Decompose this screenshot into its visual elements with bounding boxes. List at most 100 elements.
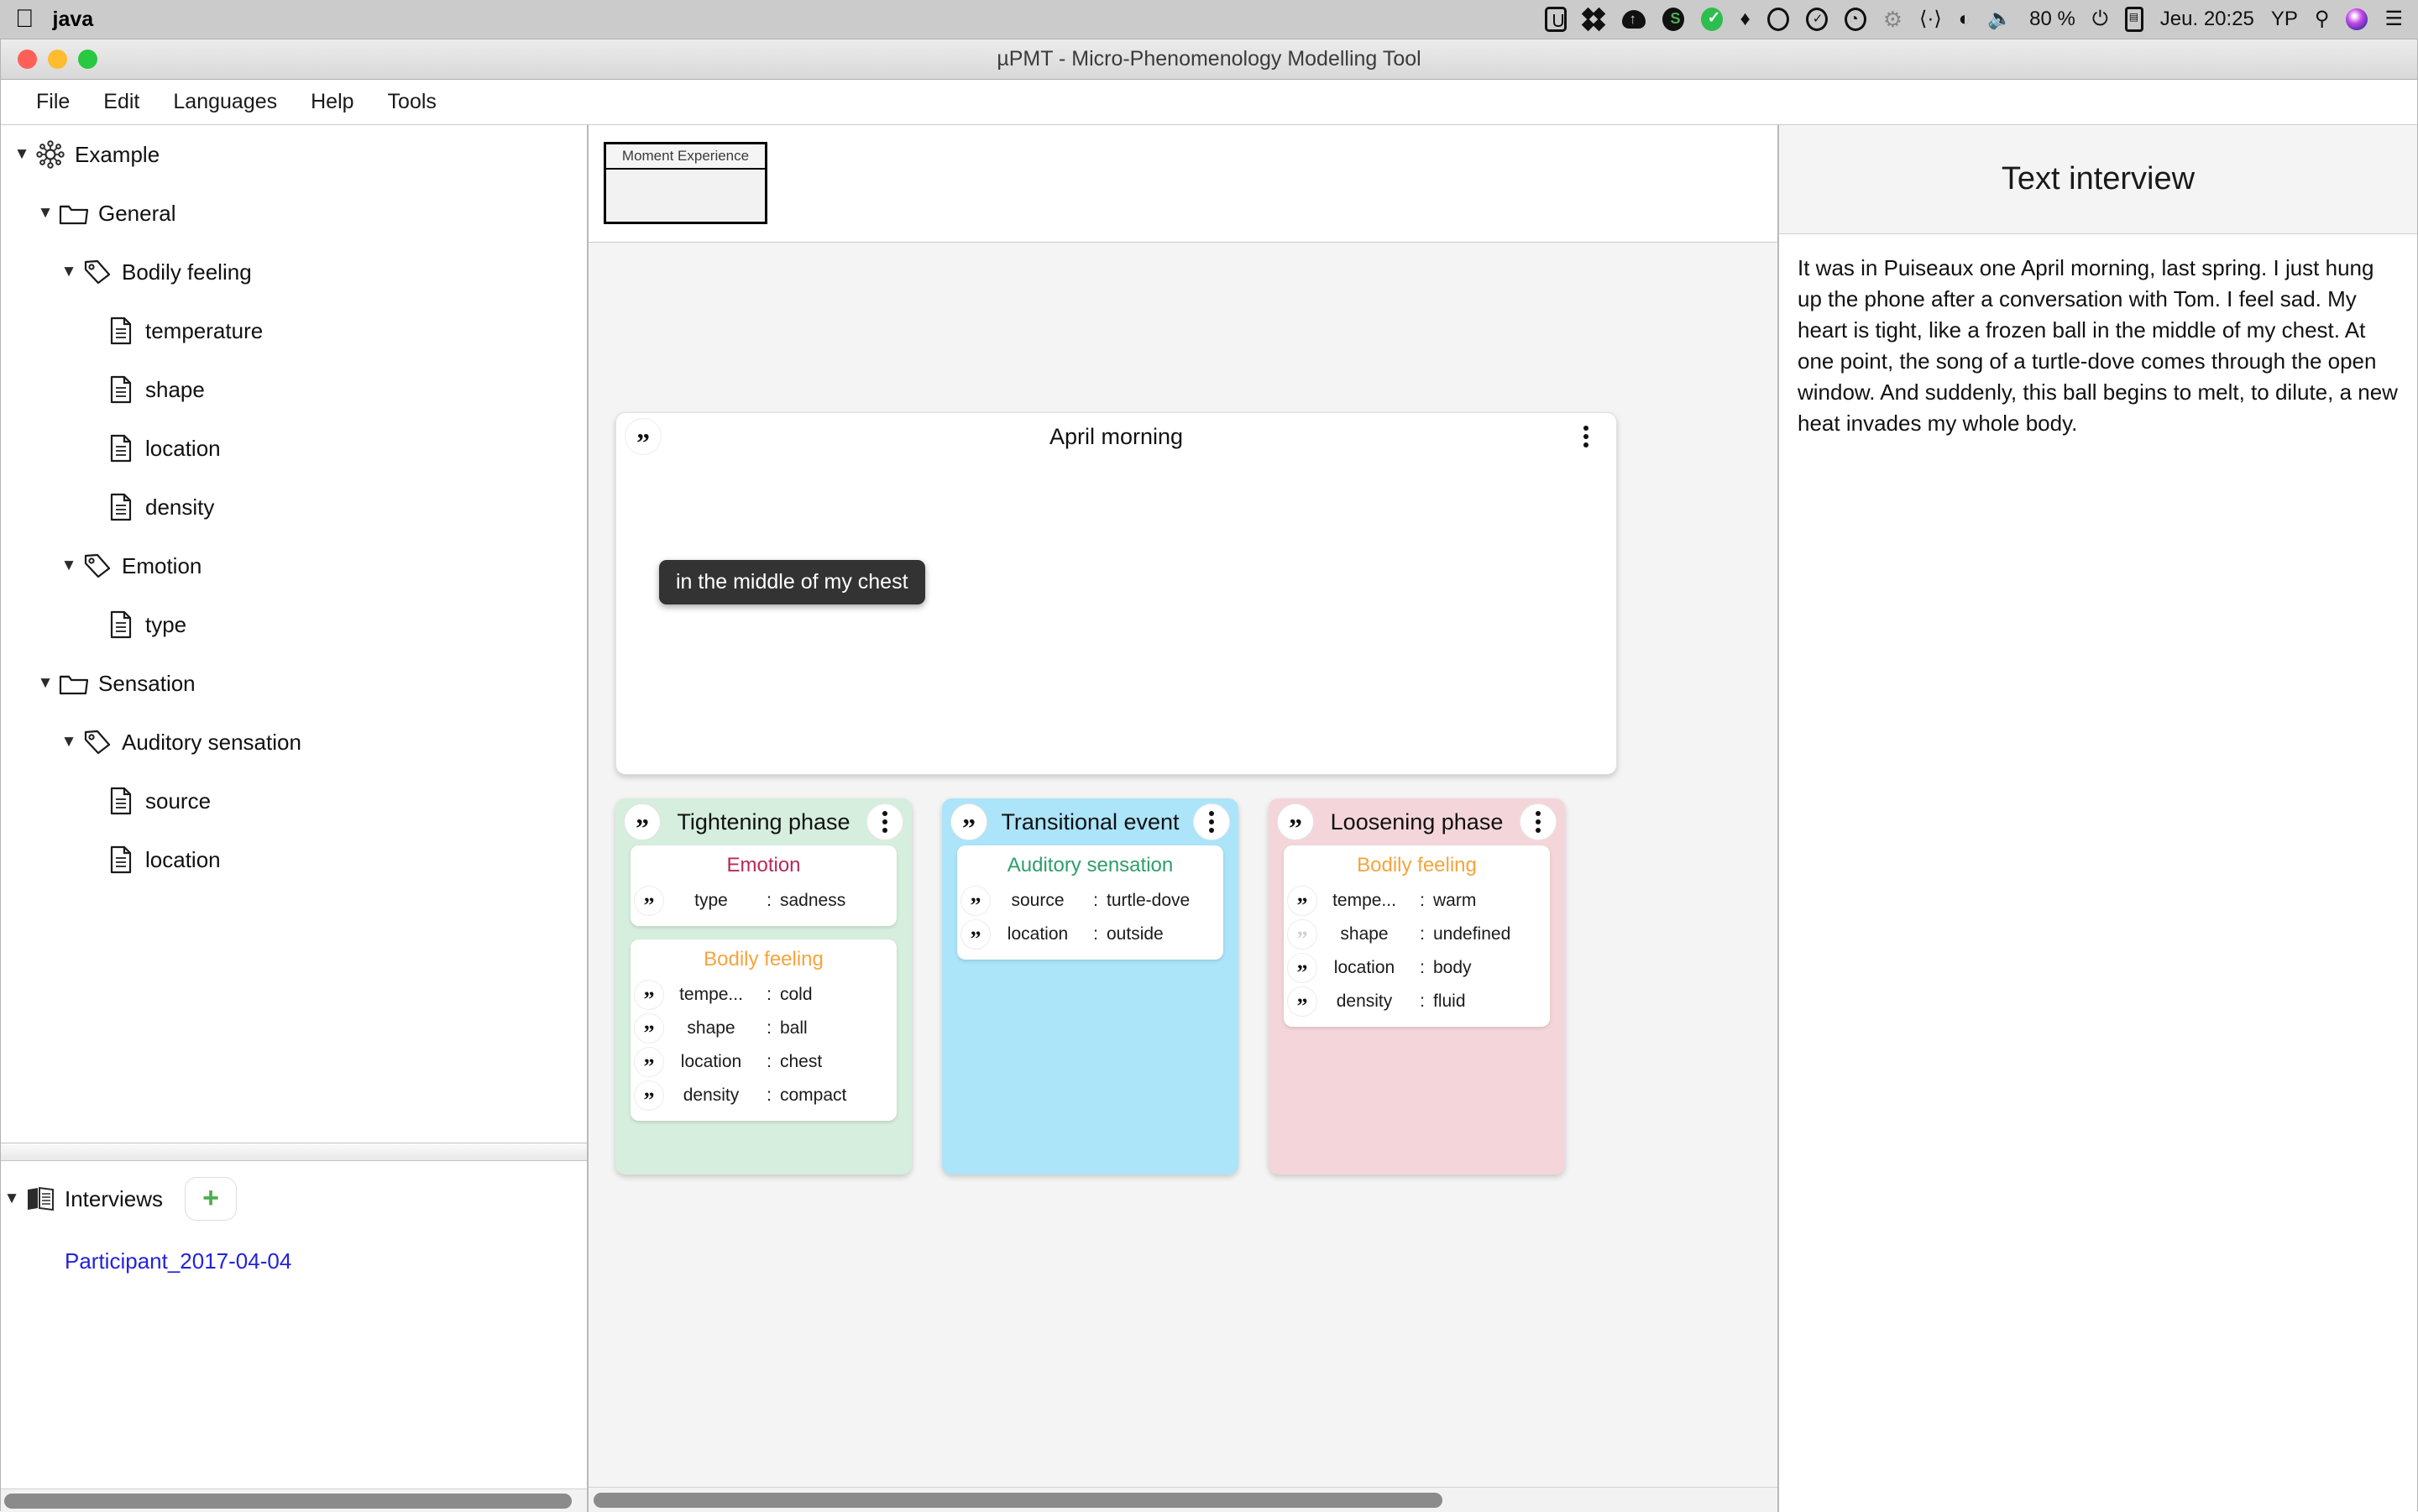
canvas-horizontal-scrollbar[interactable] — [589, 1487, 1777, 1512]
tree-item-shape[interactable]: ▼ shape — [1, 360, 587, 419]
tree-item-sensation[interactable]: ▼ Sensation — [1, 654, 587, 713]
disclosure-arrow-icon[interactable]: ▼ — [34, 204, 56, 222]
property-row[interactable]: ” type: sadness — [631, 884, 897, 918]
tree-item-location[interactable]: ▼ location — [1, 830, 587, 889]
tree-item-type[interactable]: ▼ type — [1, 595, 587, 654]
panel-splitter[interactable] — [1, 1143, 587, 1161]
disclosure-arrow-icon[interactable]: ▼ — [58, 263, 80, 281]
property-row[interactable]: ” density: fluid — [1284, 985, 1550, 1018]
kebab-menu-icon[interactable] — [1520, 803, 1557, 840]
swirl-icon[interactable] — [1766, 8, 1789, 31]
property-row[interactable]: ” location: body — [1284, 951, 1550, 985]
minimap[interactable]: Moment Experience — [604, 142, 767, 224]
disclosure-arrow-icon[interactable]: ▼ — [58, 557, 80, 575]
apple-logo-icon[interactable]:  — [15, 7, 34, 32]
siri-icon[interactable] — [2346, 8, 2368, 30]
quote-icon[interactable]: ” — [950, 803, 987, 841]
tree-item-temperature[interactable]: ▼ temperature — [1, 301, 587, 360]
user-initials[interactable]: YP — [2271, 8, 2298, 31]
disclosure-arrow-icon[interactable]: ▼ — [58, 733, 80, 751]
elephant-icon[interactable]: ♦ — [1740, 9, 1750, 29]
quote-icon[interactable]: ” — [960, 919, 991, 950]
canvas-scrollbar-thumb[interactable] — [594, 1492, 1442, 1508]
tree-item-bodily-feeling[interactable]: ▼ Bodily feeling — [1, 243, 587, 301]
tree-item-emotion[interactable]: ▼ Emotion — [1, 536, 587, 595]
checkbox-circle-icon[interactable] — [1805, 8, 1828, 31]
cloud-upload-icon[interactable] — [1622, 10, 1646, 29]
property-row[interactable]: ” shape: undefined — [1284, 918, 1550, 951]
disclosure-arrow-icon[interactable]: ▼ — [11, 145, 33, 164]
tree-item-source[interactable]: ▼ source — [1, 772, 587, 830]
property-row[interactable]: ” source: turtle-dove — [957, 884, 1223, 918]
property-group-emotion[interactable]: Emotion ” type: sadness — [631, 845, 897, 926]
tree-item-location[interactable]: ▼ location — [1, 419, 587, 478]
property-row[interactable]: ” tempe...: cold — [631, 978, 897, 1012]
property-row[interactable]: ” density: compact — [631, 1079, 897, 1112]
diagram-canvas[interactable]: ” April morning ” Tightening phase Emotion… — [589, 243, 1777, 1487]
battery-icon[interactable]: ⏻ — [2092, 9, 2108, 29]
code-brackets-icon[interactable]: ⟨·⟩ — [1919, 9, 1942, 29]
menu-tools[interactable]: Tools — [371, 85, 453, 119]
property-row[interactable]: ” shape: ball — [631, 1012, 897, 1045]
property-group-auditory-sensation[interactable]: Auditory sensation ” source: turtle-dove ” lo… — [957, 845, 1223, 960]
quote-icon[interactable]: ” — [960, 886, 991, 916]
property-row[interactable]: ” location: chest — [631, 1045, 897, 1079]
property-group-bodily-feeling[interactable]: Bodily feeling” tempe...: cold” shape: ball”… — [631, 939, 897, 1121]
stage-manager-icon[interactable] — [1545, 7, 1568, 32]
clock[interactable]: Jeu. 20:25 — [2160, 8, 2254, 31]
kebab-menu-icon[interactable] — [1193, 803, 1230, 840]
active-app-name[interactable]: java — [53, 8, 94, 32]
interviews-disclosure-arrow[interactable]: ▼ — [1, 1190, 23, 1208]
property-separator: : — [767, 985, 772, 1004]
quote-icon[interactable]: ” — [634, 1013, 664, 1044]
menu-edit[interactable]: Edit — [86, 85, 156, 119]
interview-item-participant[interactable]: Participant_2017-04-04 — [1, 1228, 587, 1274]
property-key: source — [1011, 891, 1065, 910]
menu-file[interactable]: File — [19, 85, 86, 119]
quote-icon[interactable]: ” — [624, 803, 661, 841]
kebab-menu-icon[interactable] — [866, 803, 903, 840]
bluetooth-icon[interactable]: ⚙ — [1883, 7, 1902, 33]
time-machine-icon[interactable] — [1844, 8, 1866, 31]
quote-icon[interactable]: ” — [1287, 919, 1317, 950]
calculator-icon[interactable] — [2124, 7, 2143, 32]
quote-icon[interactable]: ” — [1287, 986, 1317, 1017]
control-center-icon[interactable]: ☰ — [2384, 9, 2403, 29]
sidebar-horizontal-scrollbar[interactable] — [1, 1488, 587, 1512]
kebab-menu-icon[interactable] — [1568, 418, 1604, 455]
quote-icon[interactable]: ” — [1287, 886, 1317, 916]
dropbox-icon[interactable] — [1582, 7, 1606, 32]
quote-icon[interactable]: ” — [634, 980, 664, 1010]
sidebar-scrollbar-thumb[interactable] — [4, 1493, 573, 1509]
menu-languages[interactable]: Languages — [156, 85, 294, 119]
disclosure-arrow-icon[interactable]: ▼ — [34, 674, 56, 693]
phase-card-tightening[interactable]: ” Tightening phase Emotion ” type: sadness Bod… — [615, 798, 912, 1175]
volume-icon[interactable]: 🔈 — [1987, 9, 2012, 29]
text-interview-body[interactable]: It was in Puiseaux one April morning, la… — [1779, 234, 2417, 1512]
interviews-header[interactable]: ▼ Interviews + — [1, 1169, 587, 1228]
phase-card-loosening[interactable]: ” Loosening phase Bodily feeling ” tempe...:… — [1269, 798, 1565, 1175]
window-titlebar[interactable]: µPMT - Micro-Phenomenology Modelling Too… — [1, 39, 2417, 80]
search-icon[interactable]: ⚲ — [2315, 9, 2330, 29]
property-row[interactable]: ” tempe...: warm — [1284, 884, 1550, 918]
quote-icon[interactable]: ” — [1277, 803, 1314, 841]
battery-percentage[interactable]: 80 % — [2029, 8, 2075, 31]
quote-icon[interactable]: ” — [625, 418, 662, 456]
quote-icon[interactable]: ” — [1287, 953, 1317, 983]
tree-item-density[interactable]: ▼ density — [1, 478, 587, 536]
wifi-icon[interactable]: ◐ — [1959, 9, 1971, 29]
tree-item-general[interactable]: ▼ General — [1, 184, 587, 243]
menu-help[interactable]: Help — [294, 85, 370, 119]
model-tree[interactable]: ▼ Example▼ General▼ Bodily feeling▼ temp… — [1, 125, 587, 1143]
tree-item-auditory-sensation[interactable]: ▼ Auditory sensation — [1, 713, 587, 772]
phase-card-transitional[interactable]: ” Transitional event Auditory sensation ” so… — [942, 798, 1238, 1175]
evernote-icon[interactable] — [1662, 8, 1685, 31]
add-interview-button[interactable]: + — [185, 1177, 238, 1221]
property-row[interactable]: ” location: outside — [957, 918, 1223, 951]
quote-icon[interactable]: ” — [634, 1080, 664, 1111]
quote-icon[interactable]: ” — [634, 886, 664, 916]
check-green-icon[interactable] — [1701, 8, 1724, 31]
property-group-bodily-feeling[interactable]: Bodily feeling ” tempe...: warm ” shape: undef… — [1284, 845, 1550, 1027]
tree-item-example[interactable]: ▼ Example — [1, 125, 587, 184]
quote-icon[interactable]: ” — [634, 1047, 664, 1077]
